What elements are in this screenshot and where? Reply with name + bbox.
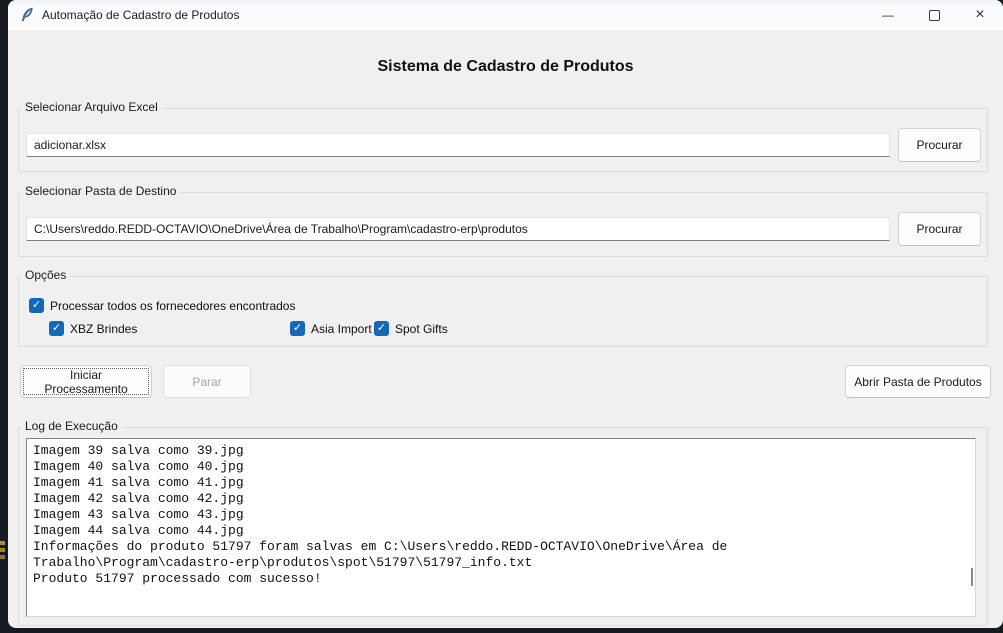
window-title: Automação de Cadastro de Produtos (42, 0, 239, 30)
minimize-button[interactable]: — (865, 0, 911, 30)
python-feather-icon (19, 7, 35, 23)
log-output[interactable]: Imagem 39 salva como 39.jpg Imagem 40 sa… (26, 438, 976, 617)
start-processing-button[interactable]: Iniciar Processamento (20, 365, 152, 398)
checkbox-checked-icon: ✓ (49, 321, 64, 336)
log-text: Imagem 39 salva como 39.jpg Imagem 40 sa… (27, 439, 975, 587)
maximize-button[interactable] (911, 0, 957, 30)
checkbox-checked-icon: ✓ (374, 321, 389, 336)
maximize-icon (929, 10, 940, 21)
page-title: Sistema de Cadastro de Produtos (8, 58, 1003, 76)
browse-dest-button[interactable]: Procurar (898, 212, 981, 246)
options-group: Opções ✓ Processar todos os fornecedores… (18, 276, 988, 347)
dest-folder-input[interactable] (26, 217, 890, 241)
dest-folder-group: Selecionar Pasta de Destino Procurar (18, 192, 988, 257)
checkbox-process-all-suppliers[interactable]: ✓ Processar todos os fornecedores encont… (29, 298, 295, 313)
checkbox-checked-icon: ✓ (290, 321, 305, 336)
checkbox-label: Asia Import (311, 322, 372, 336)
minimize-icon: — (882, 8, 894, 22)
stop-button[interactable]: Parar (163, 365, 251, 398)
checkbox-xbz-brindes[interactable]: ✓ XBZ Brindes (49, 321, 137, 336)
checkbox-label: XBZ Brindes (70, 322, 137, 336)
excel-file-input[interactable] (26, 133, 890, 157)
log-group-label: Log de Execução (21, 419, 122, 434)
app-window: Automação de Cadastro de Produtos — × Si… (8, 0, 1003, 628)
checkbox-checked-icon: ✓ (29, 298, 44, 313)
excel-file-group-label: Selecionar Arquivo Excel (21, 100, 162, 115)
checkbox-label: Spot Gifts (395, 322, 448, 336)
dest-folder-group-label: Selecionar Pasta de Destino (21, 184, 180, 199)
checkbox-spot-gifts[interactable]: ✓ Spot Gifts (374, 321, 448, 336)
options-group-label: Opções (21, 268, 70, 283)
ibeam-cursor (971, 568, 973, 586)
excel-file-group: Selecionar Arquivo Excel Procurar (18, 108, 988, 172)
checkbox-asia-import[interactable]: ✓ Asia Import (290, 321, 372, 336)
checkbox-label: Processar todos os fornecedores encontra… (50, 299, 295, 313)
titlebar[interactable]: Automação de Cadastro de Produtos — × (8, 0, 1003, 30)
open-products-folder-button[interactable]: Abrir Pasta de Produtos (845, 365, 991, 398)
browse-excel-button[interactable]: Procurar (898, 128, 981, 162)
desktop-icon-fragment (0, 541, 5, 545)
close-button[interactable]: × (957, 0, 1003, 30)
close-icon: × (975, 6, 984, 24)
log-group: Log de Execução Imagem 39 salva como 39.… (18, 427, 988, 626)
